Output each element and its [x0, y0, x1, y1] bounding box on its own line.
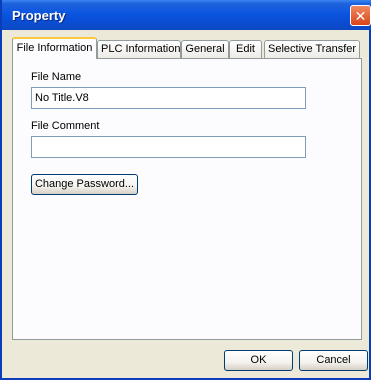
tab-edit[interactable]: Edit	[229, 40, 262, 58]
ok-button[interactable]: OK	[224, 350, 293, 371]
file-name-label: File Name	[31, 71, 82, 83]
tab-selective-transfer[interactable]: Selective Transfer	[264, 40, 360, 58]
file-name-field[interactable]: No Title.V8	[31, 87, 306, 109]
file-information-panel: File Name No Title.V8 File Comment Chang…	[12, 58, 362, 340]
property-dialog: Property ✕ File Information PLC Informat…	[0, 0, 371, 380]
title-bar[interactable]: Property ✕	[2, 0, 371, 30]
tab-general[interactable]: General	[181, 40, 229, 58]
change-password-button[interactable]: Change Password...	[31, 174, 138, 195]
file-comment-label: File Comment	[31, 120, 100, 132]
window-title: Property	[12, 8, 66, 23]
tab-file-information[interactable]: File Information	[12, 37, 97, 59]
tab-plc-information[interactable]: PLC Information	[97, 40, 181, 58]
cancel-button[interactable]: Cancel	[299, 350, 368, 371]
close-icon: ✕	[354, 7, 367, 24]
file-comment-field[interactable]	[31, 136, 306, 158]
close-button[interactable]: ✕	[350, 5, 371, 26]
